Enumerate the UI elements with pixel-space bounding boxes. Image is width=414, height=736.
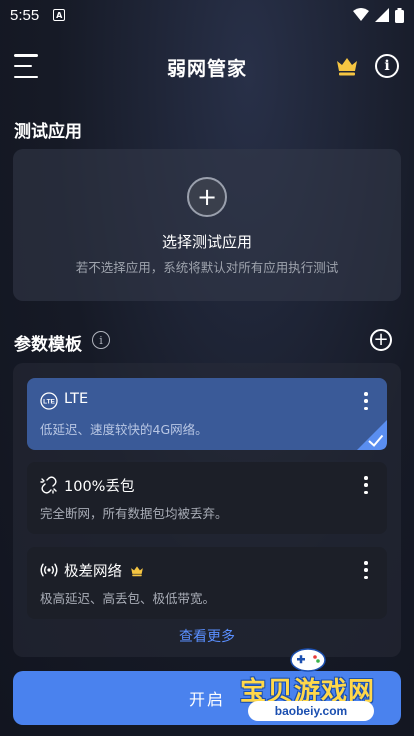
template-title: LTE	[64, 391, 88, 407]
template-name: 100%丢包	[64, 479, 135, 495]
template-title: 100%丢包	[64, 475, 134, 496]
checkmark-icon	[357, 420, 387, 450]
plus-icon[interactable]: +	[187, 177, 227, 217]
crown-icon[interactable]	[335, 54, 359, 78]
template-name: 极差网络	[64, 564, 122, 580]
template-description: 低延迟、速度较快的4G网络。	[40, 422, 208, 437]
broken-link-icon	[40, 476, 58, 494]
notification-icon: A	[53, 9, 66, 21]
more-options-icon[interactable]	[359, 392, 373, 410]
template-description: 完全断网，所有数据包均被丢弃。	[40, 506, 228, 521]
template-card-poor-network[interactable]: 极差网络 极高延迟、高丢包、极低带宽。	[27, 547, 387, 619]
info-icon[interactable]: i	[92, 331, 110, 349]
template-card-lte[interactable]: LTE LTE 低延迟、速度较快的4G网络。	[27, 378, 387, 450]
battery-icon	[395, 7, 404, 23]
lte-icon: LTE	[40, 392, 58, 410]
wifi-icon	[353, 8, 369, 21]
info-icon[interactable]: i	[375, 54, 399, 78]
template-title: 极差网络	[64, 560, 144, 581]
params-title: 参数模板	[14, 335, 82, 355]
svg-text:LTE: LTE	[43, 398, 55, 405]
signal-broadcast-icon	[40, 561, 58, 579]
status-indicators	[353, 7, 404, 23]
status-time: 5:55	[10, 6, 40, 24]
more-options-icon[interactable]	[359, 561, 373, 579]
watermark-url: baobeiy.com	[248, 701, 374, 721]
test-app-title: 测试应用	[14, 122, 82, 142]
watermark-logo: 宝贝游戏网 baobeiy.com	[236, 643, 386, 723]
template-name: LTE	[64, 391, 89, 407]
select-test-app-hint: 若不选择应用，系统将默认对所有应用执行测试	[75, 260, 339, 275]
status-bar: 5:55 A	[0, 0, 414, 30]
template-list: LTE LTE 低延迟、速度较快的4G网络。 100%丢包 完全断网，所有数据包…	[13, 363, 401, 657]
cell-signal-icon	[375, 8, 389, 22]
add-template-icon[interactable]: +	[370, 329, 392, 351]
gamepad-icon	[290, 648, 326, 672]
more-options-icon[interactable]	[359, 476, 373, 494]
app-bar: 弱网管家 i	[0, 48, 414, 86]
premium-crown-icon	[131, 565, 143, 576]
template-description: 极高延迟、高丢包、极低带宽。	[40, 591, 216, 606]
select-test-app-label: 选择测试应用	[161, 233, 252, 251]
select-test-app-card[interactable]: + 选择测试应用 若不选择应用，系统将默认对所有应用执行测试	[13, 149, 401, 301]
template-card-full-loss[interactable]: 100%丢包 完全断网，所有数据包均被丢弃。	[27, 462, 387, 534]
